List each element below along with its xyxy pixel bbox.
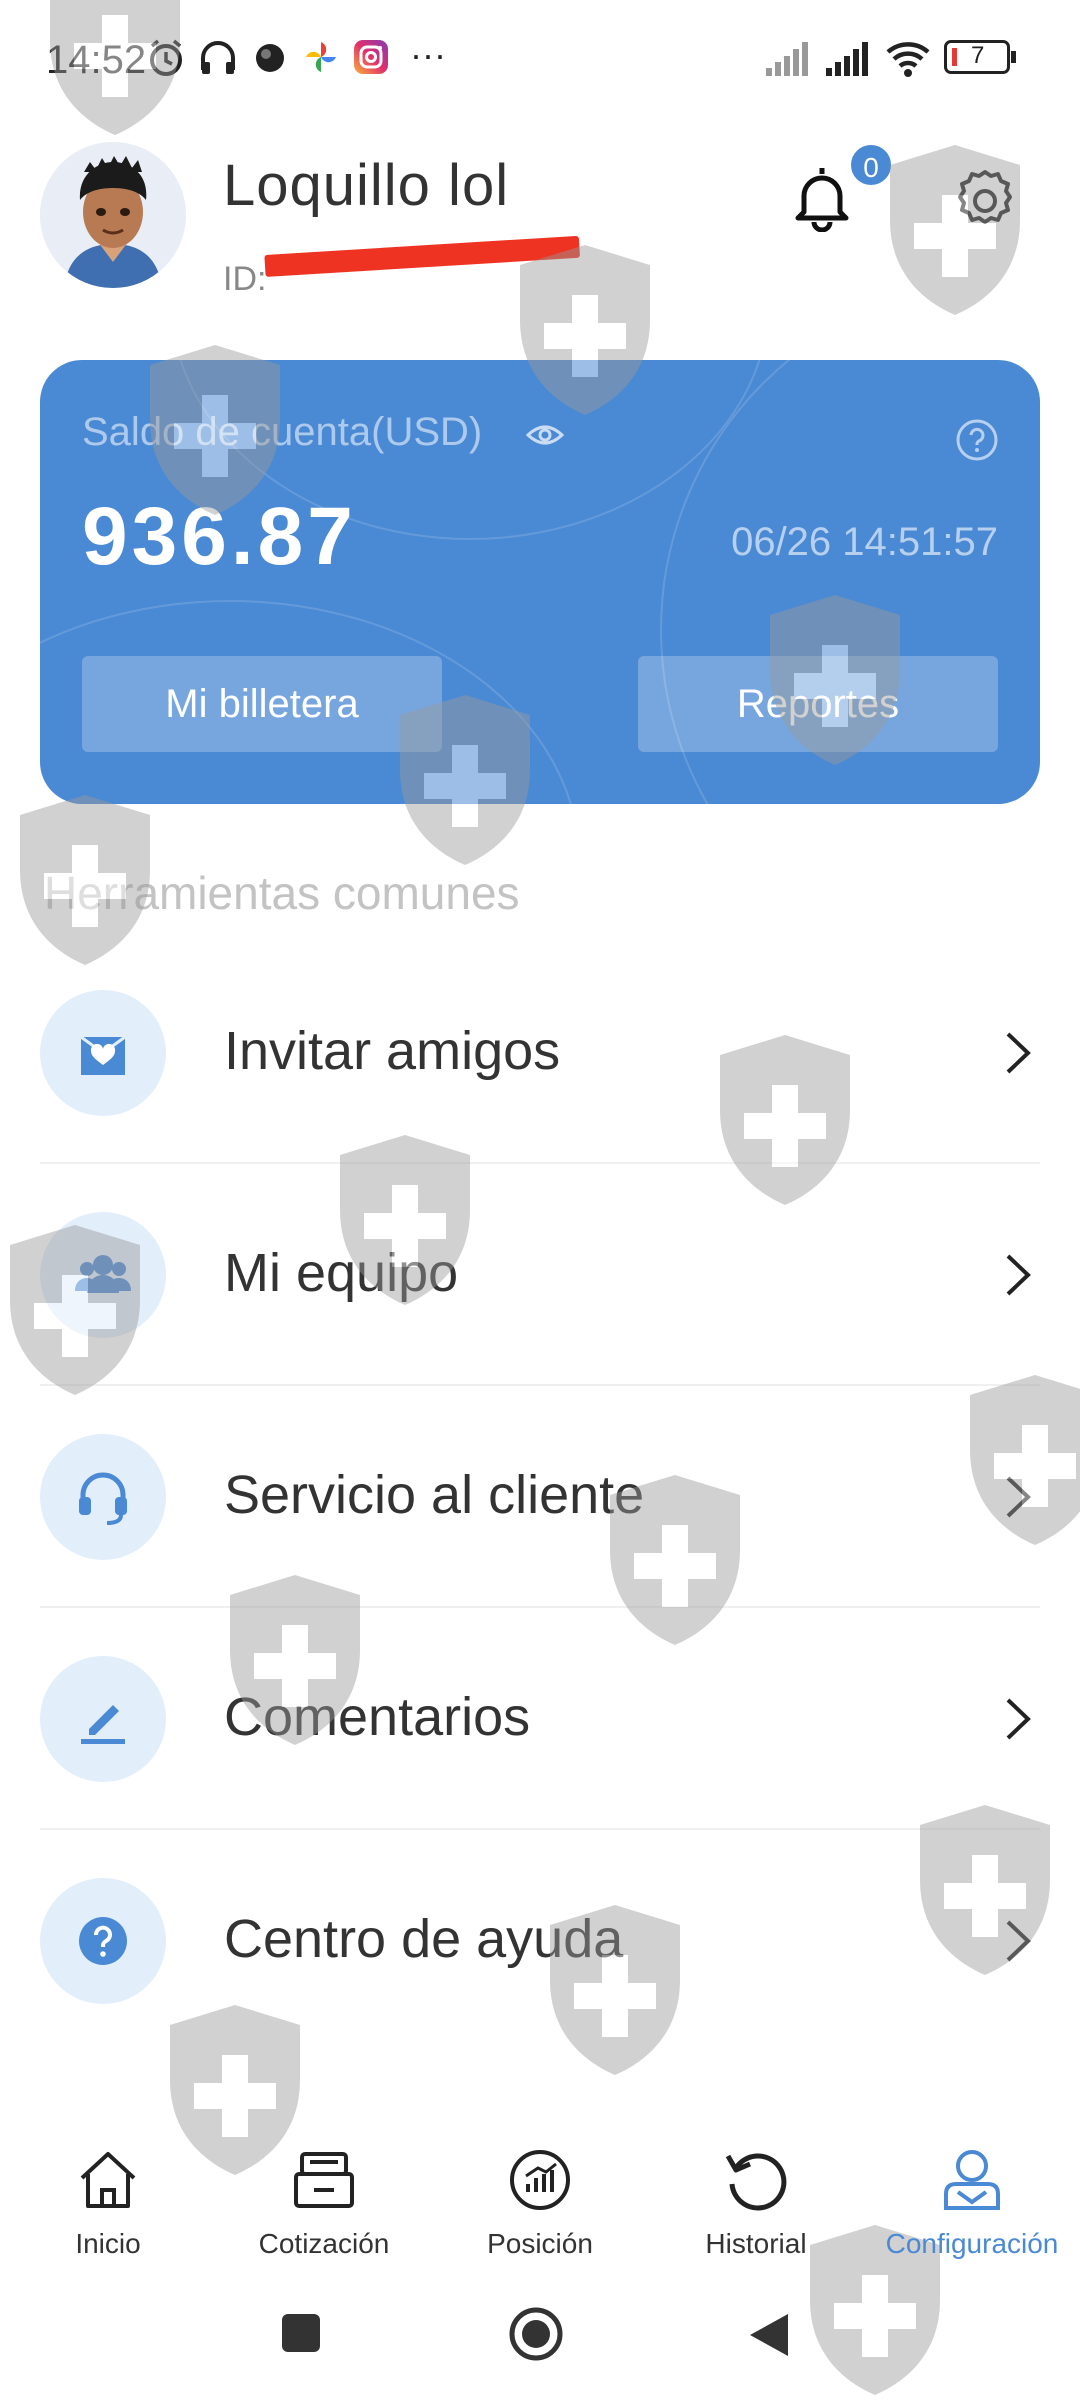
menu-item-help-center[interactable]: Centro de ayuda — [40, 1830, 1040, 2052]
gear-icon[interactable] — [952, 168, 1018, 234]
nav-label: Configuración — [885, 2228, 1059, 2259]
help-circle-icon[interactable] — [955, 418, 999, 462]
balance-timestamp: 06/26 14:51:57 — [731, 520, 998, 564]
status-time: 14:52 — [46, 38, 147, 82]
signal-icon — [766, 42, 808, 76]
profile-icon — [944, 2150, 1000, 2210]
nav-label: Historial — [705, 2228, 807, 2259]
recents-button-icon[interactable] — [280, 2312, 322, 2354]
menu-icon-bg — [40, 1212, 166, 1338]
nav-settings[interactable]: Configuración — [864, 2130, 1080, 2280]
menu-item-customer-service[interactable]: Servicio al cliente — [40, 1386, 1040, 1608]
menu-item-invite-friends[interactable]: Invitar amigos — [40, 942, 1040, 1164]
menu-label: Centro de ayuda — [224, 1909, 624, 1969]
section-title: Herramientas comunes — [44, 867, 520, 919]
nav-position[interactable]: Posición — [432, 2130, 648, 2280]
nav-label: Posición — [487, 2228, 593, 2259]
chevron-right-icon — [1006, 1698, 1031, 1740]
balance-label: Saldo de cuenta(USD) — [82, 410, 483, 454]
help-icon — [79, 1917, 127, 1965]
chevron-right-icon — [1006, 1032, 1031, 1074]
alarm-icon — [150, 39, 182, 76]
id-redaction — [264, 235, 581, 277]
nav-quotes[interactable]: Cotización — [216, 2130, 432, 2280]
menu-label: Mi equipo — [224, 1243, 459, 1303]
app-dot-icon — [256, 44, 284, 72]
chevron-right-icon — [1006, 1476, 1031, 1518]
menu-icon-bg — [40, 1434, 166, 1560]
team-icon — [75, 1255, 131, 1293]
chevron-right-icon — [1006, 1254, 1031, 1296]
headphones-icon — [201, 41, 235, 74]
menu-item-my-team[interactable]: Mi equipo — [40, 1164, 1040, 1386]
user-name: Loquillo lol — [223, 153, 510, 218]
more-notifications: ··· — [410, 34, 446, 75]
balance-amount: 936.87 — [82, 491, 357, 582]
reports-button[interactable]: Reportes — [638, 656, 998, 752]
battery-level: 7 — [971, 42, 985, 69]
menu-icon-bg — [40, 1656, 166, 1782]
battery-icon: 7 — [944, 40, 1016, 74]
menu-icon-bg — [40, 990, 166, 1116]
menu-item-comments[interactable]: Comentarios — [40, 1608, 1040, 1830]
bottom-nav: Inicio Cotización Posición Historial Con… — [0, 2130, 1080, 2280]
eye-icon[interactable] — [526, 416, 564, 454]
menu-label: Comentarios — [224, 1687, 531, 1747]
signal-icon — [826, 42, 868, 76]
system-nav-bar — [0, 2290, 1080, 2400]
edit-icon — [81, 1705, 125, 1744]
avatar[interactable] — [40, 142, 186, 288]
position-icon — [510, 2150, 570, 2210]
balance-card: Saldo de cuenta(USD) 936.87 06/26 14:51:… — [40, 360, 1040, 804]
nav-label: Cotización — [258, 2228, 390, 2259]
back-button-icon[interactable] — [748, 2312, 790, 2358]
status-bar: 14:52 ··· 7 — [0, 0, 1080, 120]
menu-label: Servicio al cliente — [224, 1465, 645, 1525]
chevron-right-icon — [1006, 1920, 1031, 1962]
wifi-icon — [886, 42, 930, 77]
menu-label: Invitar amigos — [224, 1021, 561, 1081]
wallet-button[interactable]: Mi billetera — [82, 656, 442, 752]
instagram-icon — [354, 40, 388, 74]
user-id-label: ID: — [223, 260, 267, 298]
home-button-icon[interactable] — [508, 2306, 564, 2362]
photos-icon — [306, 42, 336, 72]
nav-home[interactable]: Inicio — [0, 2130, 216, 2280]
history-icon — [725, 2153, 787, 2211]
nav-label: Inicio — [75, 2228, 141, 2259]
headset-icon — [79, 1472, 127, 1525]
menu-icon-bg — [40, 1878, 166, 2004]
quote-icon — [294, 2152, 354, 2208]
invite-icon — [80, 1035, 126, 1075]
bell-icon[interactable] — [790, 162, 854, 232]
notification-badge: 0 — [848, 142, 894, 188]
nav-history[interactable]: Historial — [648, 2130, 864, 2280]
home-icon — [80, 2152, 136, 2208]
